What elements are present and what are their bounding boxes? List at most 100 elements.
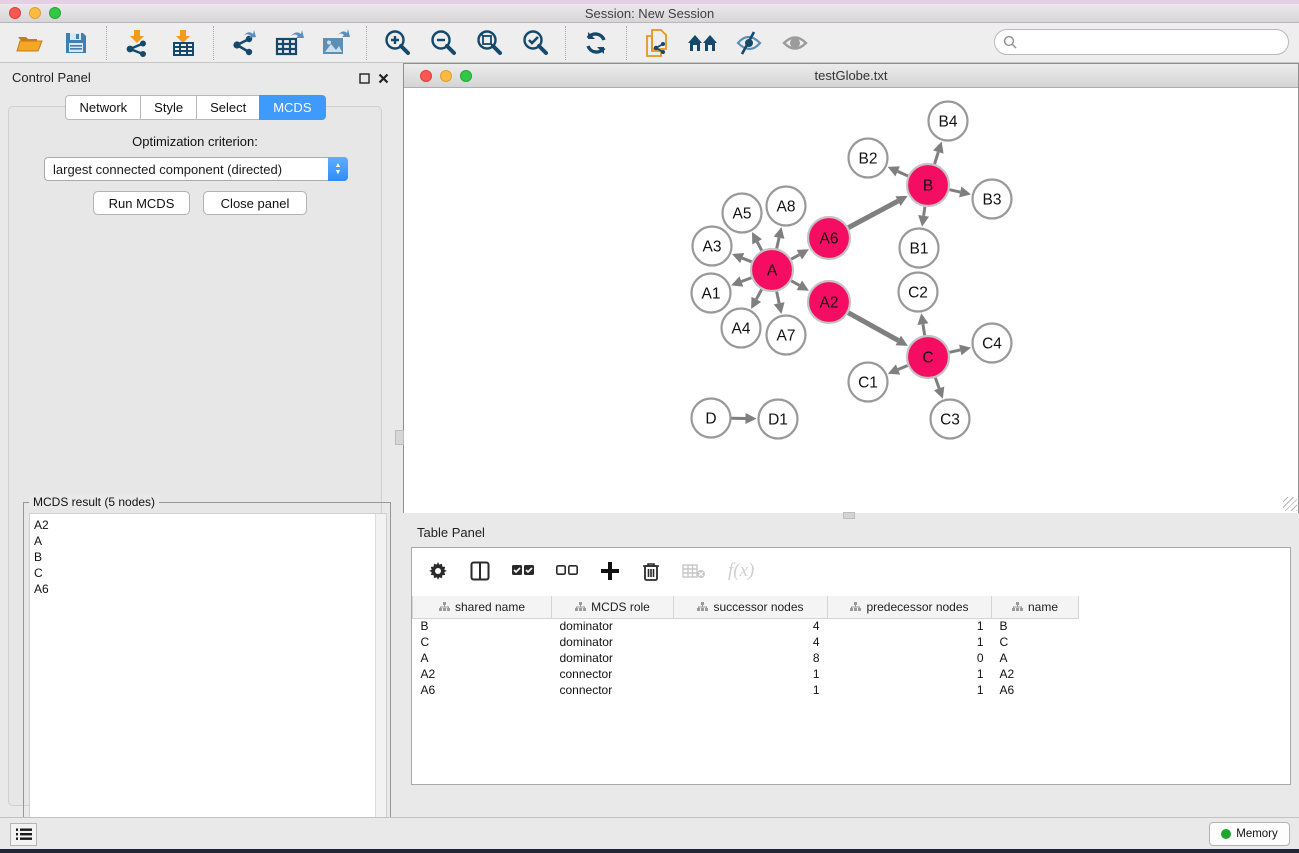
function-builder-button[interactable]: f(x) xyxy=(728,560,754,582)
edge-A-A1[interactable] xyxy=(741,278,751,282)
add-column-button[interactable] xyxy=(600,561,620,581)
column-layout-button[interactable] xyxy=(470,561,490,581)
cell-shared-name[interactable]: A6 xyxy=(413,682,552,698)
edge-A-A8[interactable] xyxy=(777,238,779,249)
cell-MCDS-role[interactable]: dominator xyxy=(552,634,674,650)
window-resize-grip[interactable] xyxy=(1283,497,1297,511)
edge-A-A3[interactable] xyxy=(742,258,751,262)
export-network-button[interactable] xyxy=(228,28,260,58)
hide-selected-button[interactable] xyxy=(733,28,765,58)
cell-MCDS-role[interactable]: connector xyxy=(552,666,674,682)
table-row[interactable]: A6connector11A6 xyxy=(413,682,1079,698)
result-list-scrollbar[interactable] xyxy=(375,514,386,839)
tab-network[interactable]: Network xyxy=(65,95,140,120)
first-neighbors-button[interactable] xyxy=(687,28,719,58)
delete-table-button[interactable] xyxy=(682,563,706,579)
tab-mcds[interactable]: MCDS xyxy=(259,95,325,120)
cell-name[interactable]: B xyxy=(992,618,1079,634)
network-graph[interactable]: B4B2BB3A5A8A6A3B1AA1C2A2A4A7C4CC1C3DD1 xyxy=(404,89,1298,513)
edge-B-B1[interactable] xyxy=(924,207,925,216)
export-table-button[interactable] xyxy=(274,28,306,58)
close-panel-icon[interactable] xyxy=(375,70,391,86)
cell-MCDS-role[interactable]: dominator xyxy=(552,618,674,634)
edge-C-C4[interactable] xyxy=(949,350,960,352)
cell-MCDS-role[interactable]: connector xyxy=(552,682,674,698)
refresh-button[interactable] xyxy=(580,28,612,58)
cell-predecessor-nodes[interactable]: 1 xyxy=(828,618,992,634)
edge-B-B2[interactable] xyxy=(898,171,908,176)
horizontal-split-handle[interactable] xyxy=(843,512,855,519)
table-row[interactable]: Adominator80A xyxy=(413,650,1079,666)
search-field[interactable] xyxy=(994,29,1289,55)
mcds-result-list[interactable]: A2ABCA6 xyxy=(29,513,387,840)
table-row[interactable]: Cdominator41C xyxy=(413,634,1079,650)
cell-successor-nodes[interactable]: 8 xyxy=(674,650,828,666)
network-window-titlebar[interactable]: testGlobe.txt xyxy=(404,64,1298,88)
cell-name[interactable]: A6 xyxy=(992,682,1079,698)
deselect-all-checkboxes-button[interactable] xyxy=(556,564,578,578)
close-panel-button[interactable]: Close panel xyxy=(203,191,307,215)
column-header-successor-nodes[interactable]: successor nodes xyxy=(674,596,828,618)
cell-successor-nodes[interactable]: 1 xyxy=(674,682,828,698)
table-row[interactable]: A2connector11A2 xyxy=(413,666,1079,682)
import-network-button[interactable] xyxy=(121,28,153,58)
result-item[interactable]: C xyxy=(34,565,386,581)
zoom-out-button[interactable] xyxy=(427,28,459,58)
edge-A-A5[interactable] xyxy=(757,242,762,251)
memory-button[interactable]: Memory xyxy=(1209,822,1290,846)
column-header-shared-name[interactable]: shared name xyxy=(413,596,552,618)
float-panel-icon[interactable] xyxy=(356,70,372,86)
tab-style[interactable]: Style xyxy=(140,95,196,120)
column-header-MCDS-role[interactable]: MCDS role xyxy=(552,596,674,618)
cell-successor-nodes[interactable]: 4 xyxy=(674,634,828,650)
show-all-button[interactable] xyxy=(779,28,811,58)
edge-A6-B[interactable] xyxy=(848,201,898,228)
cell-successor-nodes[interactable]: 4 xyxy=(674,618,828,634)
cell-name[interactable]: A xyxy=(992,650,1079,666)
edge-B-B3[interactable] xyxy=(949,190,960,192)
cell-predecessor-nodes[interactable]: 0 xyxy=(828,650,992,666)
result-item[interactable]: B xyxy=(34,549,386,565)
vertical-split-handle[interactable] xyxy=(395,430,404,445)
zoom-selected-button[interactable] xyxy=(519,28,551,58)
table-settings-button[interactable] xyxy=(428,561,448,581)
node-table-grid[interactable]: shared nameMCDS rolesuccessor nodesprede… xyxy=(412,596,1290,698)
cell-shared-name[interactable]: C xyxy=(413,634,552,650)
cell-predecessor-nodes[interactable]: 1 xyxy=(828,682,992,698)
cell-MCDS-role[interactable]: dominator xyxy=(552,650,674,666)
result-item[interactable]: A xyxy=(34,533,386,549)
select-all-checkboxes-button[interactable] xyxy=(512,564,534,578)
edge-A-A2[interactable] xyxy=(791,281,799,286)
cell-successor-nodes[interactable]: 1 xyxy=(674,666,828,682)
run-mcds-button[interactable]: Run MCDS xyxy=(93,191,190,215)
new-network-from-selection-button[interactable] xyxy=(641,28,673,58)
delete-column-button[interactable] xyxy=(642,561,660,581)
export-image-button[interactable] xyxy=(320,28,352,58)
search-input[interactable] xyxy=(1017,35,1288,50)
network-canvas[interactable]: B4B2BB3A5A8A6A3B1AA1C2A2A4A7C4CC1C3DD1 xyxy=(404,89,1298,513)
edge-C-C2[interactable] xyxy=(923,324,925,335)
task-history-button[interactable] xyxy=(10,823,37,846)
edge-C-C1[interactable] xyxy=(898,365,908,369)
edge-C-C3[interactable] xyxy=(935,378,939,389)
edge-A-A6[interactable] xyxy=(791,255,799,260)
column-header-name[interactable]: name xyxy=(992,596,1079,618)
result-item[interactable]: A6 xyxy=(34,581,386,597)
optimization-criterion-dropdown[interactable]: largest connected component (directed) ▲… xyxy=(44,157,348,181)
open-session-button[interactable] xyxy=(14,28,46,58)
tab-select[interactable]: Select xyxy=(196,95,259,120)
result-item[interactable]: A2 xyxy=(34,517,386,533)
cell-shared-name[interactable]: A2 xyxy=(413,666,552,682)
edge-A-A4[interactable] xyxy=(756,289,761,299)
cell-shared-name[interactable]: B xyxy=(413,618,552,634)
save-session-button[interactable] xyxy=(60,28,92,58)
cell-name[interactable]: A2 xyxy=(992,666,1079,682)
import-table-button[interactable] xyxy=(167,28,199,58)
cell-predecessor-nodes[interactable]: 1 xyxy=(828,634,992,650)
edge-B-B4[interactable] xyxy=(935,152,939,164)
table-row[interactable]: Bdominator41B xyxy=(413,618,1079,634)
edge-A-A7[interactable] xyxy=(777,292,780,304)
edge-A2-C[interactable] xyxy=(848,313,898,341)
cell-predecessor-nodes[interactable]: 1 xyxy=(828,666,992,682)
zoom-fit-button[interactable] xyxy=(473,28,505,58)
